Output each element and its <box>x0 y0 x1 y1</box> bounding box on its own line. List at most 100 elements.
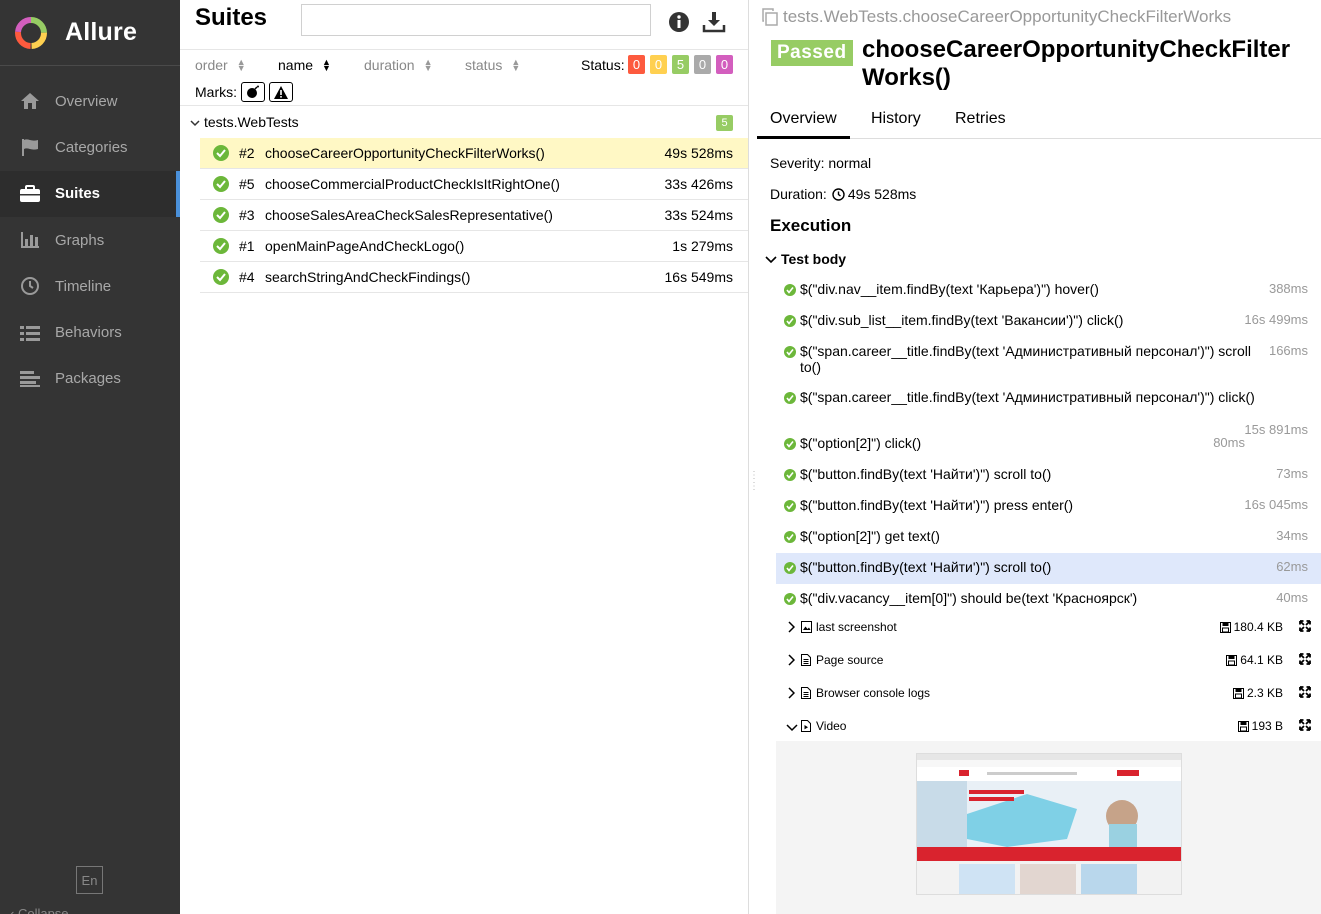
attachment-size-value: 2.3 KB <box>1246 686 1283 700</box>
breadcrumb-text: tests.WebTests.chooseCareerOpportunityCh… <box>783 7 1232 26</box>
test-row[interactable]: #4 searchStringAndCheckFindings() 16s 54… <box>200 262 748 293</box>
bar-chart-icon <box>18 230 42 250</box>
step-row[interactable]: $("div.vacancy__item[0]") should be(text… <box>776 584 1321 615</box>
attachment-row[interactable]: Page source 64.1 KB <box>776 645 1321 677</box>
expand-icon[interactable] <box>1299 620 1311 635</box>
test-body-toggle[interactable]: Test body <box>765 251 846 267</box>
test-body-title: Test body <box>781 251 847 267</box>
sidebar-item-graphs[interactable]: Graphs <box>0 217 180 263</box>
sort-label: duration <box>364 57 415 73</box>
attachment-row[interactable]: Video 193 B <box>776 711 1321 743</box>
step-text: $("option[2]") click() <box>800 435 922 451</box>
attachment-row[interactable]: Browser console logs 2.3 KB <box>776 678 1321 710</box>
brand[interactable]: Allure <box>0 0 180 66</box>
expand-icon[interactable] <box>1299 719 1311 734</box>
sidebar-item-overview[interactable]: Overview <box>0 78 180 124</box>
chevron-right-icon <box>787 687 796 702</box>
status-filter-label: Status: <box>581 57 625 73</box>
test-row[interactable]: #3 chooseSalesAreaCheckSalesRepresentati… <box>200 200 748 231</box>
sidebar: Allure Overview Categories Suites Graphs… <box>0 0 180 914</box>
test-name: chooseCareerOpportunityCheckFilterWorks(… <box>265 145 545 161</box>
collapse-button[interactable]: ‹ Collapse <box>10 906 69 914</box>
passed-icon <box>784 468 796 484</box>
passed-icon <box>784 283 796 299</box>
attachment-size: 64.1 KB <box>1226 653 1283 667</box>
sort-status[interactable]: status ▲ ▼ <box>465 57 520 73</box>
test-row[interactable]: #2 chooseCareerOpportunityCheckFilterWor… <box>200 138 748 169</box>
step-row[interactable]: $("option[2]") get text() 34ms <box>776 522 1321 553</box>
test-number: #3 <box>239 207 255 223</box>
attachment-name: Browser console logs <box>816 686 931 700</box>
info-icon[interactable] <box>667 10 691 34</box>
sort-order[interactable]: order ▲ ▼ <box>195 57 246 73</box>
sidebar-item-label: Categories <box>55 138 128 156</box>
step-row[interactable]: $("div.nav__item.findBy(text 'Карьера')"… <box>776 275 1321 306</box>
video-player[interactable] <box>916 753 1182 895</box>
tab-retries[interactable]: Retries <box>955 110 1006 128</box>
test-row[interactable]: #1 openMainPageAndCheckLogo() 1s 279ms <box>200 231 748 262</box>
status-badge-skipped[interactable]: 0 <box>694 55 711 74</box>
sort-arrows-icon: ▲ ▼ <box>236 57 246 73</box>
step-text: $("option[2]") get text() <box>800 528 940 544</box>
copy-icon[interactable] <box>761 8 779 26</box>
sidebar-item-timeline[interactable]: Timeline <box>0 263 180 309</box>
test-title: chooseCareerOpportunityCheckFilterWorks(… <box>862 36 1291 91</box>
sort-name[interactable]: name ▲ ▼ <box>278 57 331 73</box>
attachment-row[interactable]: last screenshot 180.4 KB <box>776 612 1321 644</box>
collapse-label: Collapse <box>17 906 69 914</box>
test-row[interactable]: #5 chooseCommercialProductCheckIsItRight… <box>200 169 748 200</box>
step-row[interactable]: $("span.career__title.findBy(text 'Админ… <box>776 337 1321 383</box>
sidebar-item-suites[interactable]: Suites <box>0 170 180 218</box>
step-row[interactable]: $("button.findBy(text 'Найти')") scroll … <box>776 553 1321 584</box>
passed-icon <box>784 437 796 453</box>
file-icon <box>801 687 811 702</box>
save-icon <box>1219 621 1231 633</box>
suite-group[interactable]: tests.WebTests 5 <box>180 106 748 138</box>
sort-duration[interactable]: duration ▲ ▼ <box>364 57 433 73</box>
sidebar-item-categories[interactable]: Categories <box>0 124 180 170</box>
status-badge-passed[interactable]: 5 <box>672 55 689 74</box>
duration-label: Duration: <box>770 186 827 202</box>
step-duration: 80ms <box>1213 435 1245 450</box>
step-duration: 34ms <box>1276 528 1308 543</box>
sidebar-item-behaviors[interactable]: Behaviors <box>0 309 180 355</box>
bomb-icon <box>247 85 259 98</box>
step-row[interactable]: $("span.career__title.findBy(text 'Админ… <box>776 383 1321 437</box>
download-icon[interactable] <box>702 10 726 34</box>
sort-bar: order ▲ ▼ name ▲ ▼ duration ▲ ▼ status ▲ ▼ Statu… <box>180 50 748 78</box>
passed-icon <box>784 561 796 577</box>
suite-group-name: tests.WebTests <box>204 114 299 130</box>
flaky-mark-button[interactable] <box>241 82 265 102</box>
language-selector[interactable]: En <box>76 866 103 894</box>
chevron-right-icon <box>787 621 796 636</box>
tab-history[interactable]: History <box>871 110 921 128</box>
step-row[interactable]: $("option[2]") click() 80ms <box>776 429 1321 460</box>
step-duration: 73ms <box>1276 466 1308 481</box>
expand-icon[interactable] <box>1299 653 1311 668</box>
expand-icon[interactable] <box>1299 686 1311 701</box>
status-badge-broken[interactable]: 0 <box>650 55 667 74</box>
clock-icon <box>18 276 42 296</box>
passed-icon <box>213 176 229 195</box>
test-duration: 16s 549ms <box>664 269 733 285</box>
sort-arrows-icon: ▲ ▼ <box>423 57 433 73</box>
save-icon <box>1232 687 1244 699</box>
sidebar-item-packages[interactable]: Packages <box>0 356 180 402</box>
status-badge-failed[interactable]: 0 <box>628 55 645 74</box>
status-badge: Passed <box>771 40 853 66</box>
step-row[interactable]: $("button.findBy(text 'Найти')") scroll … <box>776 460 1321 491</box>
status-badge-unknown[interactable]: 0 <box>716 55 733 74</box>
allure-logo-icon <box>15 16 47 49</box>
step-row[interactable]: $("div.sub_list__item.findBy(text 'Вакан… <box>776 306 1321 337</box>
new-failed-mark-button[interactable] <box>269 82 293 102</box>
attachment-name: last screenshot <box>816 620 897 634</box>
tab-overview[interactable]: Overview <box>757 110 850 139</box>
attachment-size: 193 B <box>1237 719 1283 733</box>
attachment-size: 180.4 KB <box>1219 620 1283 634</box>
pane-resize-handle[interactable]: ⋮ ⋮ <box>749 470 759 500</box>
search-input[interactable] <box>301 4 651 36</box>
sidebar-item-label: Suites <box>55 185 101 203</box>
step-row[interactable]: $("button.findBy(text 'Найти')") press e… <box>776 491 1321 522</box>
suites-pane: Suites order ▲ ▼ name ▲ ▼ duration ▲ ▼ status ▲… <box>180 0 749 914</box>
test-name: searchStringAndCheckFindings() <box>265 269 471 285</box>
